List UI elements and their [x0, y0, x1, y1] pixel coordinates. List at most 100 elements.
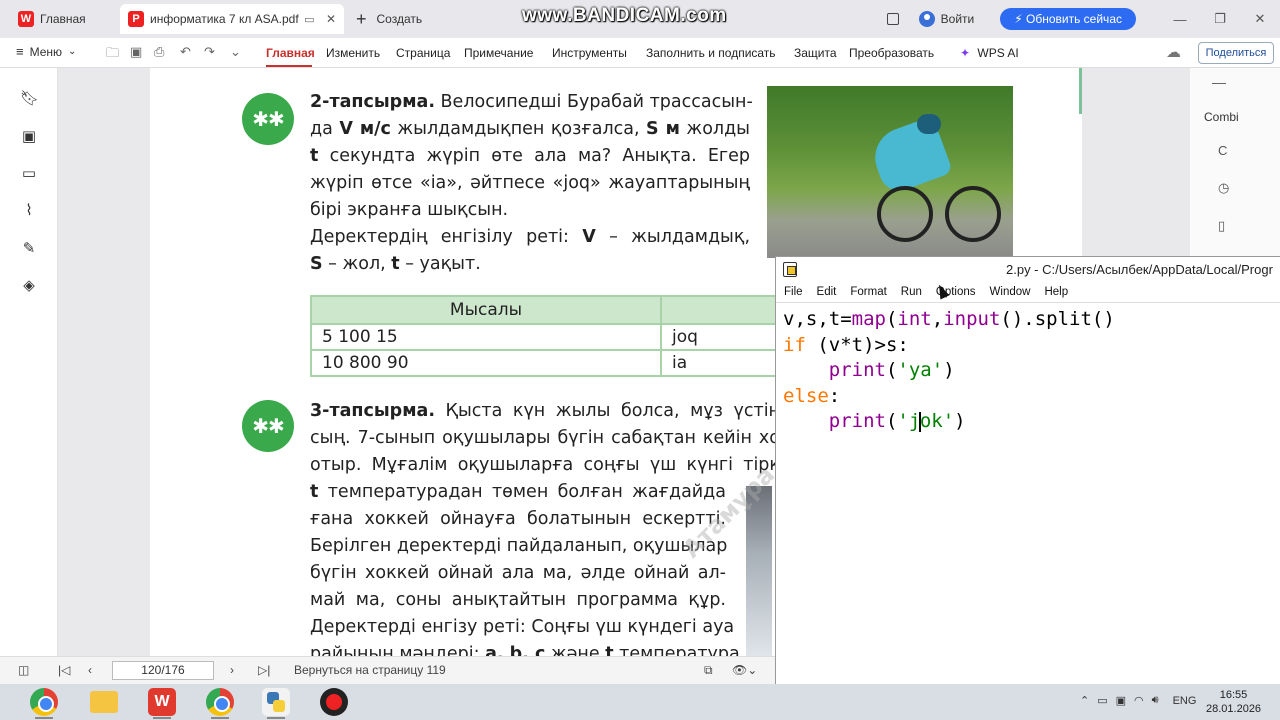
- ribbon-tab-convert[interactable]: Преобразовать: [849, 46, 934, 60]
- view-mode-icon[interactable]: 👁︎⌄: [732, 663, 757, 677]
- task-3-line: ғана хоккей ойнауға болатынын ескертті.: [310, 509, 726, 529]
- attachment-icon[interactable]: ⌇: [20, 202, 38, 220]
- difficulty-badge-icon: ✱✱: [242, 93, 294, 145]
- share-button[interactable]: Поделиться: [1198, 42, 1274, 64]
- ribbon-tab-fill-sign[interactable]: Заполнить и подписать: [646, 46, 776, 60]
- tray-expand-icon[interactable]: ⌃: [1080, 694, 1089, 707]
- bike-wheel: [945, 186, 1001, 242]
- page-scroll-indicator[interactable]: [1079, 68, 1082, 114]
- wifi-icon[interactable]: ◠: [1134, 694, 1144, 707]
- code-line: print('jok'): [828, 410, 966, 432]
- table-row: 10 800 90 ia: [310, 349, 780, 377]
- ribbon-tab-annotation[interactable]: Примечание: [464, 46, 533, 60]
- first-page-icon[interactable]: |◁: [58, 663, 70, 677]
- running-indicator: [267, 717, 285, 719]
- tab-document[interactable]: P информатика 7 кл ASA.pdf ▭ ✕: [120, 4, 344, 34]
- ribbon-tab-edit[interactable]: Изменить: [326, 46, 380, 60]
- table-cell: 10 800 90: [310, 349, 662, 377]
- bandicam-record-icon[interactable]: [320, 688, 348, 716]
- redo-icon[interactable]: ↷: [204, 44, 215, 60]
- wps-office-icon[interactable]: W: [148, 688, 176, 716]
- task-2-line: бірі экранға шықсын.: [310, 200, 509, 220]
- idle-menu-help[interactable]: Help: [1044, 286, 1068, 298]
- panel-c-icon[interactable]: C: [1218, 143, 1227, 158]
- more-chevron-icon[interactable]: ⌄: [230, 44, 241, 60]
- network-icon[interactable]: ▭: [1097, 694, 1107, 707]
- idle-window-title: 2.py - C:/Users/Асылбек/AppData/Local/Pr…: [1006, 261, 1273, 277]
- clock-time: 16:55: [1219, 689, 1248, 701]
- idle-menu-run[interactable]: Run: [901, 286, 922, 298]
- next-page-icon[interactable]: ›: [230, 663, 234, 677]
- clock-date: 28.01.2026: [1206, 703, 1262, 715]
- idle-menu-format[interactable]: Format: [850, 286, 886, 298]
- sidebar-toggle-icon[interactable]: ◫: [18, 663, 29, 677]
- open-folder-icon[interactable]: 🗀: [106, 44, 119, 66]
- wps-ai-button[interactable]: ✦ WPS AI: [960, 46, 1019, 60]
- idle-menu-window[interactable]: Window: [990, 286, 1031, 298]
- chrome-icon[interactable]: [30, 688, 58, 716]
- idle-menu-file[interactable]: File: [784, 286, 803, 298]
- fit-page-icon[interactable]: ⧉: [704, 663, 713, 678]
- undo-icon[interactable]: ↶: [180, 44, 191, 60]
- prev-page-icon[interactable]: ‹: [88, 663, 92, 677]
- new-tab-button[interactable]: + Создать: [356, 4, 422, 34]
- chevron-down-icon: ⌄: [68, 46, 77, 57]
- code-line: print('ya'): [828, 359, 955, 381]
- task-2-line: да V м/с жылдамдықпен қозғалса, S м жолд…: [310, 119, 751, 139]
- task-3-line: райының мәндері: a, b, c және t температ…: [310, 644, 746, 656]
- file-explorer-icon[interactable]: [90, 691, 118, 713]
- clock[interactable]: 16:55 28.01.2026: [1206, 688, 1261, 716]
- tab-close-icon[interactable]: ✕: [320, 12, 336, 26]
- python-idle-icon[interactable]: [262, 688, 290, 716]
- menu-button[interactable]: ≡ Меню ⌄: [16, 44, 76, 59]
- tab-home[interactable]: W Главная: [10, 4, 115, 34]
- right-panel-label: Combi: [1204, 110, 1239, 124]
- cloud-sync-icon[interactable]: ☁: [1166, 43, 1181, 61]
- page-number-field[interactable]: 120/176: [112, 661, 214, 680]
- volume-icon[interactable]: 🔊︎: [1152, 694, 1159, 707]
- last-page-icon[interactable]: ▷|: [258, 663, 270, 677]
- save-icon[interactable]: ▣: [130, 44, 142, 60]
- code-line: v,s,t=map(int,input().split(): [783, 308, 1115, 330]
- tab-window-icon[interactable]: ▭: [304, 13, 314, 26]
- back-to-page-link[interactable]: Вернуться на страницу 119: [294, 663, 446, 677]
- active-tab-indicator: [266, 65, 312, 67]
- ribbon-bar: ≡ Меню ⌄ 🗀 ▣ ⎙ ↶ ↷ ⌄ Главная Изменить Ст…: [0, 38, 1280, 68]
- code-editor[interactable]: v,s,t=map(int,input().split() if (v*t)>s:…: [776, 303, 1280, 435]
- print-icon[interactable]: ⎙: [154, 44, 164, 60]
- idle-menu-edit[interactable]: Edit: [817, 286, 837, 298]
- layers-icon[interactable]: ◈: [20, 277, 38, 295]
- tab-home-label: Главная: [40, 12, 86, 26]
- task-3-line: бүгін хоккей ойнай ала ма, әлде ойнай ал…: [310, 563, 726, 583]
- panel-collapse-icon[interactable]: [1212, 83, 1226, 84]
- ribbon-tab-page[interactable]: Страница: [396, 46, 450, 60]
- ribbon-tab-tools[interactable]: Инструменты: [552, 46, 627, 60]
- login-button[interactable]: Войти: [918, 11, 974, 27]
- bookmark-icon[interactable]: 🔖︎: [20, 90, 39, 108]
- idle-title-bar: 2.py - C:/Users/Асылбек/AppData/Local/Pr…: [776, 257, 1280, 281]
- wps-logo-icon: W: [18, 11, 34, 27]
- cyclist-photo: [767, 86, 1013, 258]
- lightning-icon: ⚡: [1014, 12, 1023, 26]
- chrome-profile-icon[interactable]: [206, 688, 234, 716]
- update-button[interactable]: ⚡ Обновить сейчас: [1000, 8, 1136, 30]
- panel-doc-icon[interactable]: ▯: [1218, 218, 1225, 234]
- update-label: Обновить сейчас: [1026, 12, 1122, 26]
- restore-icon[interactable]: ❐: [1200, 11, 1240, 27]
- minimize-icon[interactable]: —: [1160, 12, 1200, 27]
- new-tab-label: Создать: [376, 12, 423, 26]
- ribbon-tab-protect[interactable]: Защита: [794, 46, 837, 60]
- panel-clock-icon[interactable]: ◷: [1218, 180, 1229, 196]
- signature-icon[interactable]: ✎: [20, 240, 38, 258]
- cyclist-helmet: [917, 114, 941, 134]
- app-tray-icon[interactable]: ▣: [1116, 694, 1126, 707]
- pdf-icon: P: [128, 11, 144, 27]
- task-2-line: t секундта жүріп өте ала ма? Анықта. Еге…: [310, 146, 750, 166]
- thumbnails-icon[interactable]: ▣: [20, 128, 38, 146]
- language-indicator[interactable]: ENG: [1173, 695, 1197, 707]
- workspace-icon[interactable]: [886, 13, 899, 25]
- task-3-line: Берілген деректерді пайдаланып, оқушылар: [310, 536, 728, 556]
- comment-icon[interactable]: ▭: [20, 165, 38, 183]
- ribbon-tab-home[interactable]: Главная: [266, 46, 315, 60]
- close-window-icon[interactable]: ✕: [1240, 11, 1280, 27]
